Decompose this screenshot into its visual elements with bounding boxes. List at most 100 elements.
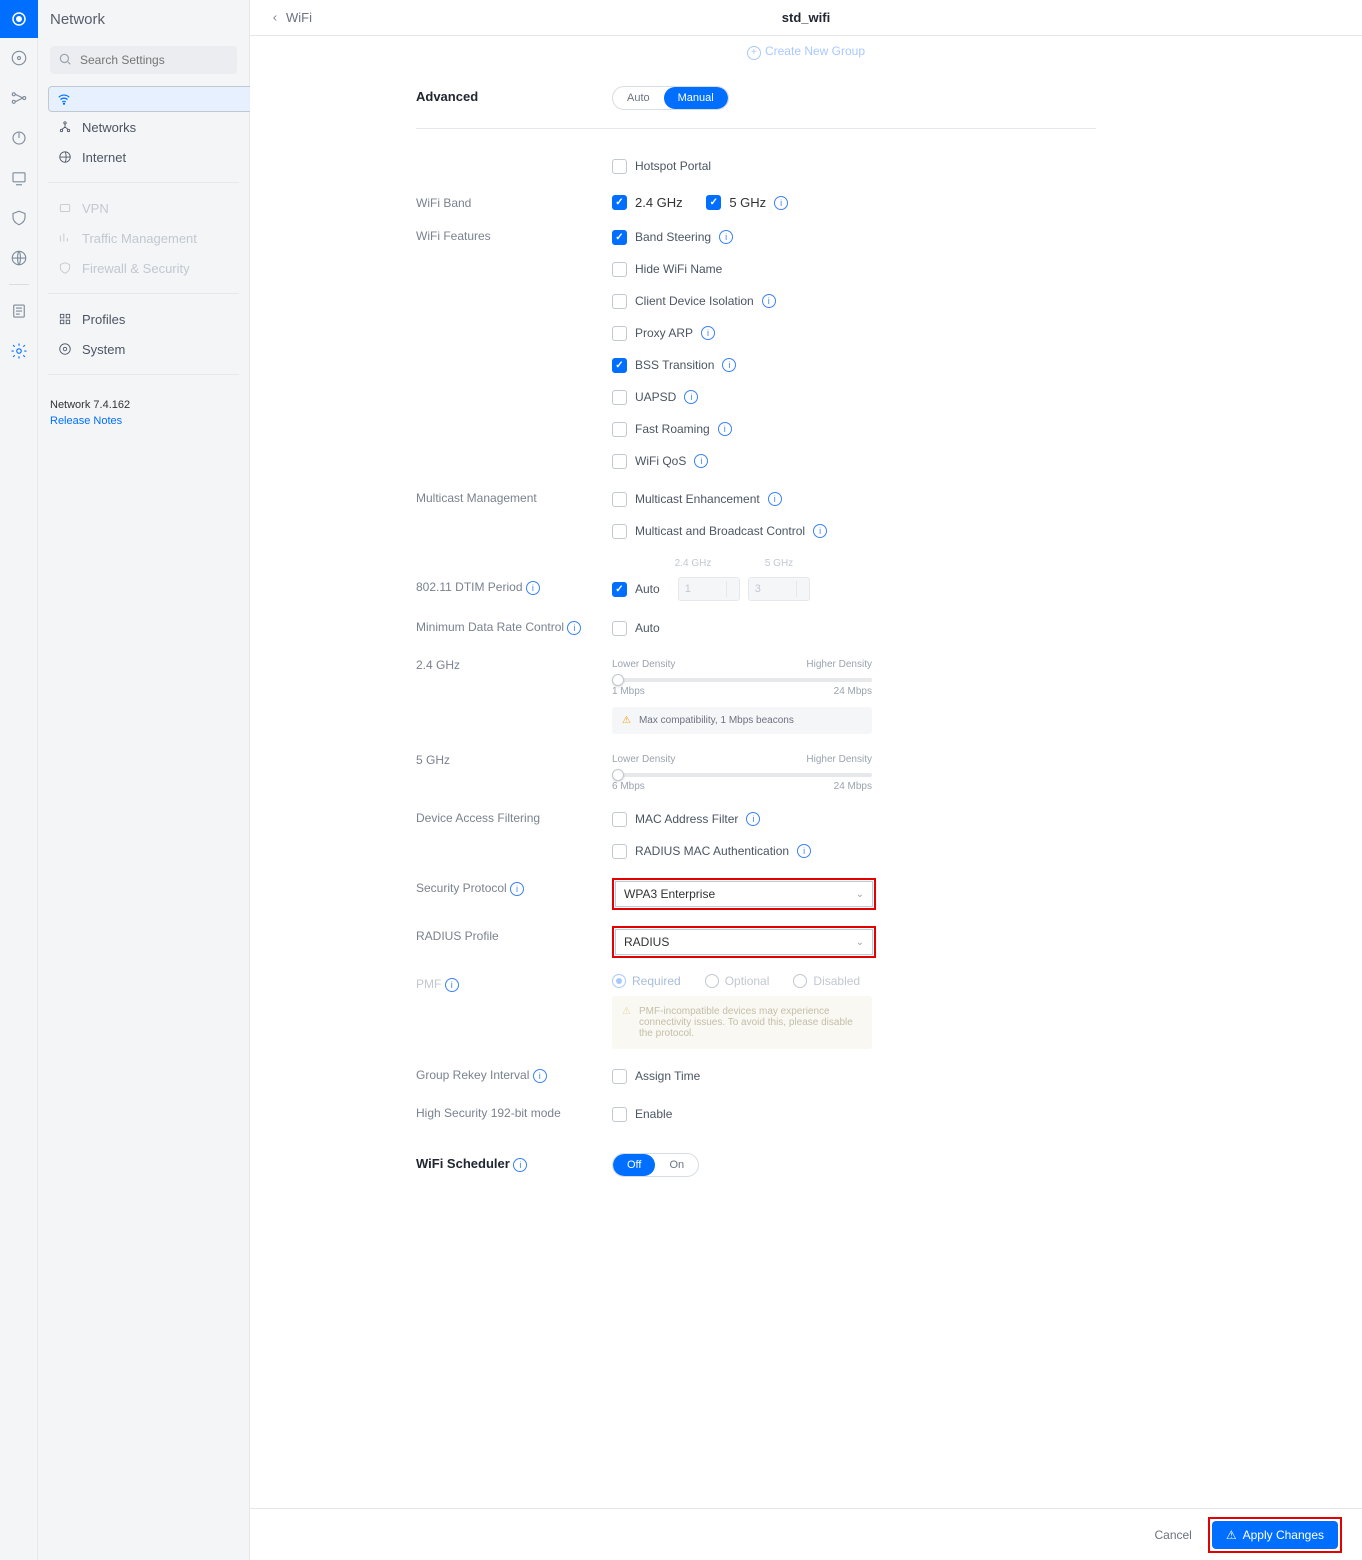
nav-label: Networks [82, 120, 136, 135]
info-icon[interactable]: i [813, 524, 827, 538]
radio-pmf-disabled: Disabled [793, 974, 860, 988]
rail-device-icon[interactable] [0, 158, 38, 198]
warning-icon: ⚠ [1226, 1528, 1237, 1542]
app-logo-tile[interactable] [0, 0, 38, 38]
apply-button[interactable]: ⚠ Apply Changes [1212, 1521, 1338, 1549]
back-button[interactable]: WiFi [270, 10, 312, 25]
warning-icon: ⚠ [622, 715, 631, 726]
rail-topology-icon[interactable] [0, 78, 38, 118]
chk-hotspot[interactable] [612, 159, 627, 174]
label-dtim: 802.11 DTIM Period i [416, 577, 612, 595]
rail-settings-icon[interactable] [0, 331, 38, 371]
chk-mdrc-auto[interactable] [612, 621, 627, 636]
info-icon[interactable]: i [768, 492, 782, 506]
info-icon[interactable]: i [719, 230, 733, 244]
label-24ghz: 2.4 GHz [416, 655, 612, 672]
info-icon[interactable]: i [701, 326, 715, 340]
info-icon[interactable]: i [684, 390, 698, 404]
section-advanced: Advanced [416, 86, 612, 104]
chk-24ghz[interactable] [612, 195, 627, 210]
chevron-down-icon: ⌄ [856, 889, 864, 900]
nav-separator [48, 374, 239, 375]
sidebar-item-profiles[interactable]: Profiles [48, 304, 239, 334]
dtim-24-input: 1 [678, 577, 740, 601]
info-icon[interactable]: i [526, 581, 540, 595]
version-text: Network 7.4.162 [50, 399, 130, 411]
seg-auto[interactable]: Auto [613, 87, 664, 109]
sidebar-header: Network [38, 0, 249, 38]
warning-icon: ⚠ [622, 1006, 631, 1039]
info-icon[interactable]: i [694, 454, 708, 468]
section-scheduler: WiFi Scheduler i [416, 1153, 612, 1172]
chk-mac-filter[interactable] [612, 812, 627, 827]
chk-uapsd[interactable] [612, 390, 627, 405]
info-icon[interactable]: i [774, 196, 788, 210]
topbar: WiFi std_wifi [250, 0, 1362, 36]
dtim-hdr-5: 5 GHz [748, 558, 810, 569]
info-icon[interactable]: i [513, 1158, 527, 1172]
chk-assign-time[interactable] [612, 1069, 627, 1084]
slider-24ghz[interactable] [612, 678, 872, 682]
search-input[interactable] [50, 46, 237, 74]
select-radius-profile[interactable]: RADIUS⌄ [615, 929, 873, 955]
pmf-note: ⚠PMF-incompatible devices may experience… [612, 996, 872, 1049]
sidebar-item-vpn: VPN [48, 193, 239, 223]
radio-pmf-optional: Optional [705, 974, 770, 988]
rail-log-icon[interactable] [0, 291, 38, 331]
sidebar-item-firewall: Firewall & Security [48, 253, 239, 283]
sidebar-item-networks[interactable]: Networks [48, 112, 239, 142]
icon-rail [0, 0, 38, 1560]
seg-off[interactable]: Off [613, 1154, 655, 1176]
rail-globe-icon[interactable] [0, 238, 38, 278]
info-icon[interactable]: i [762, 294, 776, 308]
label-security: Security Protocol i [416, 878, 612, 896]
chk-isolation[interactable] [612, 294, 627, 309]
info-icon[interactable]: i [746, 812, 760, 826]
info-icon[interactable]: i [718, 422, 732, 436]
label-daf: Device Access Filtering [416, 808, 612, 825]
select-security[interactable]: WPA3 Enterprise⌄ [615, 881, 873, 907]
cancel-button[interactable]: Cancel [1154, 1528, 1191, 1542]
nav-label: Profiles [82, 312, 125, 327]
chk-multicast-bc[interactable] [612, 524, 627, 539]
search-icon [58, 52, 72, 66]
seg-manual[interactable]: Manual [664, 87, 728, 109]
sidebar-item-internet[interactable]: Internet [48, 142, 239, 172]
sidebar: Network WiFi Networks Internet VPN Traff… [38, 0, 250, 1560]
release-notes-link[interactable]: Release Notes [50, 415, 237, 427]
radio-pmf-required: Required [612, 974, 681, 988]
chk-fast-roaming[interactable] [612, 422, 627, 437]
chk-band-steering[interactable] [612, 230, 627, 245]
info-icon[interactable]: i [510, 882, 524, 896]
mode-segment[interactable]: Auto Manual [612, 86, 729, 110]
chk-192bit[interactable] [612, 1107, 627, 1122]
chk-radius-mac[interactable] [612, 844, 627, 859]
chk-5ghz[interactable] [706, 195, 721, 210]
chk-dtim-auto[interactable] [612, 582, 627, 597]
slider-5ghz[interactable] [612, 773, 872, 777]
rail-divider [9, 284, 29, 285]
scroll-area: +Create New Group Advanced Auto Manual H… [250, 36, 1362, 1508]
info-icon[interactable]: i [722, 358, 736, 372]
rail-shield-icon[interactable] [0, 198, 38, 238]
create-group-link[interactable]: +Create New Group [250, 44, 1362, 60]
rail-dashboard-icon[interactable] [0, 38, 38, 78]
info-icon[interactable]: i [533, 1069, 547, 1083]
seg-on[interactable]: On [655, 1154, 698, 1176]
info-icon[interactable]: i [445, 978, 459, 992]
chk-bss[interactable] [612, 358, 627, 373]
sidebar-item-system[interactable]: System [48, 334, 239, 364]
dtim-hdr-24: 2.4 GHz [662, 558, 724, 569]
chk-proxy-arp[interactable] [612, 326, 627, 341]
page-title: std_wifi [782, 10, 830, 25]
plus-icon: + [747, 46, 761, 60]
info-icon[interactable]: i [567, 621, 581, 635]
scheduler-segment[interactable]: Off On [612, 1153, 699, 1177]
label-radius-profile: RADIUS Profile [416, 926, 612, 943]
chk-multicast-enh[interactable] [612, 492, 627, 507]
info-icon[interactable]: i [797, 844, 811, 858]
chk-wifi-qos[interactable] [612, 454, 627, 469]
chk-hide-name[interactable] [612, 262, 627, 277]
label-5ghz: 5 GHz [416, 750, 612, 767]
rail-radar-icon[interactable] [0, 118, 38, 158]
